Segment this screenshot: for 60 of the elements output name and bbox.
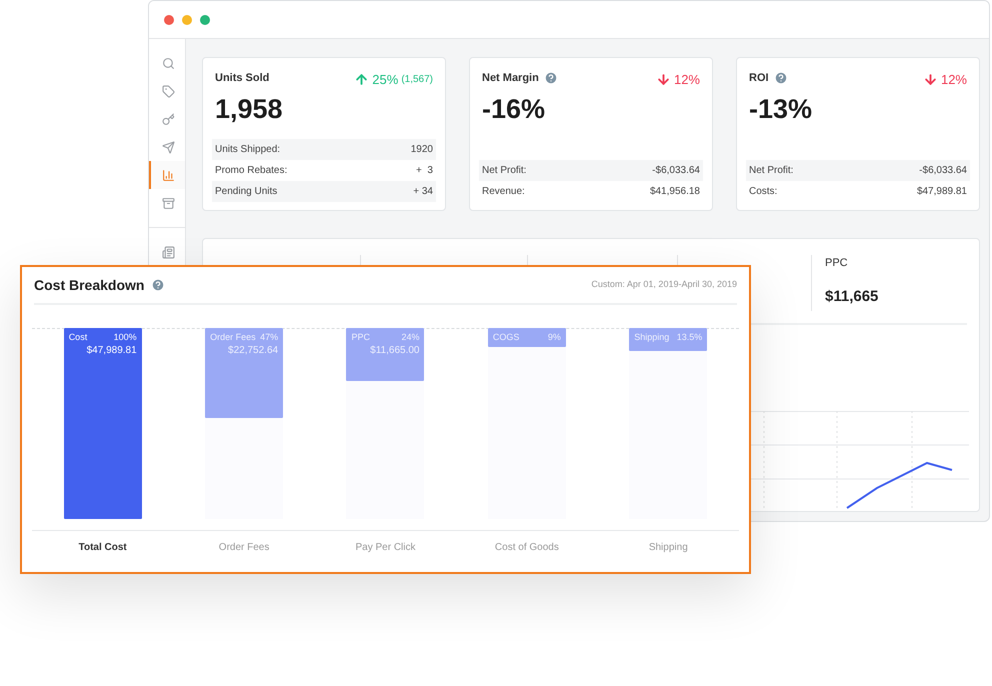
date-range: Custom: Apr 01, 2019-April 30, 2019 (591, 278, 737, 292)
bar-chart-icon (162, 168, 174, 182)
stat-value: $41,956.18 (650, 185, 700, 199)
stat-label: Revenue: (482, 185, 525, 199)
change-percent: 12% (674, 71, 700, 89)
change-percent: 25% (372, 71, 398, 89)
card-value: -16% (481, 96, 546, 122)
help-icon[interactable] (774, 71, 788, 86)
change-percent: 12% (940, 71, 967, 89)
stat-value: -$6,033.64 (652, 164, 700, 178)
axis-label: Cost of Goods (494, 541, 560, 555)
bar-share: 9% (548, 331, 561, 344)
archive-icon (162, 196, 174, 210)
card-value: -13% (748, 96, 814, 122)
stat-label: Units Shipped: (215, 143, 280, 157)
axis-label: Pay Per Click (354, 541, 416, 555)
metric-label: PPC (825, 256, 849, 271)
search-icon (162, 56, 174, 70)
card-title: Net Margin (482, 71, 539, 86)
axis-label: Total Cost (78, 541, 128, 555)
bar-share: 24% (401, 331, 420, 344)
newspaper-icon (162, 246, 174, 258)
bar-share: 13.5% (676, 331, 702, 344)
sidebar-item[interactable] (149, 161, 185, 189)
stat-label: Promo Rebates: (215, 164, 288, 178)
stat-label: Net Profit: (749, 164, 794, 178)
help-icon[interactable] (544, 71, 558, 86)
close-control[interactable] (164, 14, 174, 24)
change-count: (1,567) (401, 73, 433, 88)
bar-name: COGS (492, 331, 520, 344)
axis-label: Order Fees (218, 541, 270, 555)
bar-amount: $22,752.64 (228, 344, 278, 358)
bar-name: Shipping (634, 331, 670, 344)
axis-label: Shipping (648, 541, 689, 555)
tag-icon (162, 84, 174, 98)
stat-label: Costs: (749, 185, 778, 199)
paper-plane-icon (162, 140, 174, 154)
key-icon (162, 112, 174, 126)
bar-amount: $47,989.81 (86, 344, 137, 358)
bar-amount: $11,665.00 (370, 344, 420, 358)
stat-value: + 3 (416, 164, 433, 178)
bar-share: 100% (114, 331, 137, 344)
stat-label: Pending Units (215, 185, 278, 199)
bar-share: 47% (260, 331, 278, 344)
bar-name: Order Fees (210, 331, 256, 344)
stat-label: Net Profit: (482, 164, 526, 178)
stat-value: -$6,033.64 (919, 164, 967, 178)
metric-value: $11,665 (825, 286, 880, 306)
stat-value: 1920 (410, 143, 433, 157)
minimize-control[interactable] (182, 14, 192, 24)
stat-value: + 34 (413, 185, 433, 199)
card-value: 1,958 (214, 96, 284, 122)
help-icon[interactable] (151, 278, 166, 292)
card-title: ROI (749, 71, 769, 86)
bar-name: PPC (351, 331, 370, 344)
card-title: Units Sold (215, 71, 270, 86)
bar-name: Cost (68, 331, 88, 344)
stat-value: $47,989.81 (916, 185, 967, 199)
panel-title: Cost Breakdown (34, 276, 144, 294)
maximize-control[interactable] (200, 14, 210, 24)
